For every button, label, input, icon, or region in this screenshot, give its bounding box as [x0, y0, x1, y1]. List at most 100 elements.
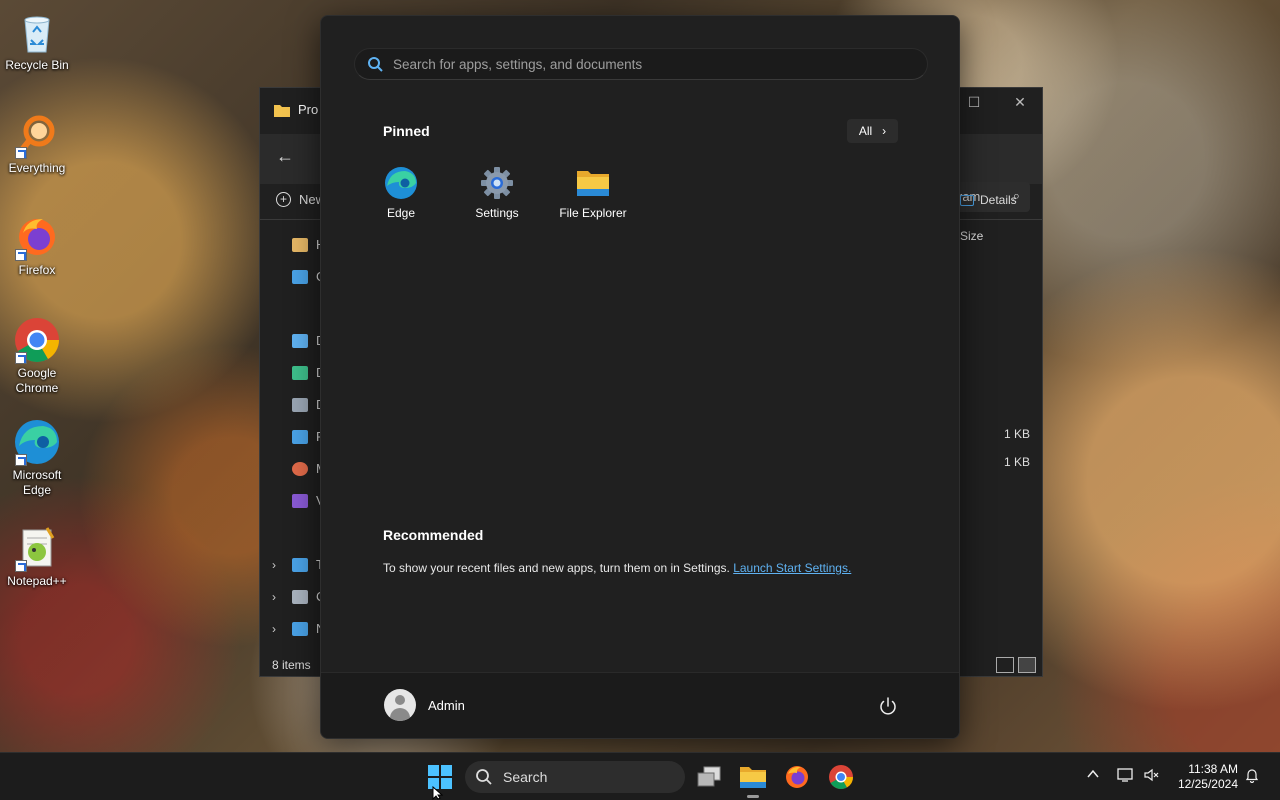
- shortcut-arrow-icon: [15, 147, 27, 159]
- speaker-muted-icon: [1144, 768, 1159, 782]
- network-icon: [292, 621, 308, 636]
- pictures-icon: [292, 429, 308, 444]
- shortcut-arrow-icon: [15, 454, 27, 466]
- document-icon: [292, 397, 308, 412]
- taskbar-clock[interactable]: 11:38 AM 12/25/2024: [1170, 762, 1238, 792]
- user-account-button[interactable]: Admin: [384, 689, 465, 721]
- chevron-up-icon: [1087, 769, 1099, 778]
- desktop-icon-recycle-bin[interactable]: Recycle Bin: [0, 8, 74, 73]
- desktop-icon-label: Firefox: [18, 263, 56, 277]
- folder-icon: [740, 767, 766, 788]
- shortcut-arrow-icon: [15, 560, 27, 572]
- clock-time: 11:38 AM: [1188, 762, 1238, 776]
- everything-icon: [13, 111, 61, 159]
- search-icon: [368, 57, 383, 72]
- task-view-icon: [697, 766, 721, 787]
- firefox-icon: [13, 213, 61, 261]
- maximize-button[interactable]: ☐: [954, 94, 994, 111]
- download-icon: [292, 365, 308, 380]
- explorer-tab-title: Pro: [298, 102, 319, 117]
- thumbnail-view-icon[interactable]: [1018, 657, 1036, 673]
- expand-chevron-icon[interactable]: ›: [272, 590, 276, 604]
- chrome-icon: [13, 316, 61, 364]
- pinned-app-label: Edge: [386, 206, 416, 220]
- settings-gear-icon: [480, 166, 514, 200]
- shortcut-arrow-icon: [15, 352, 27, 364]
- chevron-right-icon: ›: [882, 124, 887, 138]
- file-size: 1 KB: [1004, 427, 1031, 441]
- avatar: [384, 689, 416, 721]
- folder-icon: [274, 104, 290, 117]
- search-icon: [476, 769, 492, 785]
- recommended-message: To show your recent files and new apps, …: [383, 561, 851, 575]
- power-button[interactable]: [877, 695, 899, 717]
- all-apps-button[interactable]: All ›: [847, 119, 898, 143]
- expand-chevron-icon[interactable]: ›: [272, 558, 276, 572]
- pinned-app-label: File Explorer: [559, 206, 627, 220]
- network-icon: [1117, 768, 1133, 782]
- desktop-icon-microsoft-edge[interactable]: Microsoft Edge: [0, 418, 74, 498]
- expand-chevron-icon[interactable]: ›: [272, 622, 276, 636]
- network-status-button[interactable]: [1116, 767, 1134, 786]
- plus-circle-icon: +: [276, 192, 291, 207]
- desktop-icon-google-chrome[interactable]: Google Chrome: [0, 316, 74, 396]
- recommended-section-title: Recommended: [383, 527, 484, 543]
- task-view-button[interactable]: [693, 761, 725, 793]
- desktop-icon-label: Microsoft Edge: [12, 468, 62, 497]
- taskbar-chrome[interactable]: [825, 761, 857, 793]
- taskbar-file-explorer[interactable]: [737, 761, 769, 798]
- desktop-icon: [292, 333, 308, 348]
- back-arrow-icon[interactable]: ←: [276, 146, 294, 167]
- firefox-icon: [786, 766, 808, 788]
- power-icon: [880, 697, 896, 715]
- edge-icon: [13, 418, 61, 466]
- desktop-icon-notepadpp[interactable]: Notepad++: [0, 524, 74, 589]
- running-indicator: [747, 795, 759, 798]
- notifications-button[interactable]: [1244, 767, 1260, 786]
- pinned-app-edge[interactable]: Edge: [353, 166, 449, 220]
- launch-start-settings-link[interactable]: Launch Start Settings.: [733, 561, 851, 575]
- taskbar: Search 11:38 AM 12/25/2024: [0, 752, 1280, 800]
- pinned-app-settings[interactable]: Settings: [449, 166, 545, 220]
- desktop-icon-everything[interactable]: Everything: [0, 111, 74, 176]
- desktop-icon-firefox[interactable]: Firefox: [0, 213, 74, 278]
- close-button[interactable]: ✕: [1000, 94, 1040, 111]
- recommended-text: To show your recent files and new apps, …: [383, 561, 730, 575]
- show-hidden-icons-button[interactable]: [1086, 767, 1100, 784]
- chrome-icon: [829, 765, 853, 790]
- details-label: Details: [980, 193, 1017, 207]
- size-column-header[interactable]: Size: [960, 229, 983, 243]
- status-bar-item-count: 8 items: [272, 658, 311, 672]
- all-apps-label: All: [858, 124, 873, 138]
- recycle-bin-icon: [13, 8, 61, 56]
- notepadpp-icon: [13, 524, 61, 572]
- computer-icon: [292, 557, 308, 572]
- desktop-icon-label: Recycle Bin: [5, 58, 69, 72]
- start-footer: Admin: [321, 672, 959, 738]
- folder-icon: [576, 166, 610, 200]
- list-view-icon[interactable]: [996, 657, 1014, 673]
- user-name: Admin: [428, 697, 465, 713]
- new-button[interactable]: + New: [276, 192, 325, 207]
- edge-icon: [384, 166, 418, 200]
- pinned-app-file-explorer[interactable]: File Explorer: [545, 166, 641, 220]
- taskbar-firefox[interactable]: [781, 761, 813, 793]
- video-icon: [292, 493, 308, 508]
- volume-button[interactable]: [1143, 767, 1159, 786]
- desktop-icon-label: Everything: [8, 161, 66, 175]
- drive-icon: [292, 589, 308, 604]
- details-button[interactable]: Details: [960, 193, 1017, 207]
- details-pane-icon: [960, 194, 974, 206]
- music-icon: [292, 461, 308, 476]
- start-search-input[interactable]: [393, 56, 893, 72]
- explorer-tab[interactable]: Pro: [274, 102, 318, 117]
- taskbar-search-box[interactable]: Search: [465, 761, 685, 793]
- desktop-icon-label: Google Chrome: [15, 366, 59, 395]
- start-search-box[interactable]: [354, 48, 928, 80]
- clock-date: 12/25/2024: [1177, 777, 1238, 791]
- gallery-icon: [292, 269, 308, 284]
- file-size: 1 KB: [1004, 455, 1031, 469]
- start-menu: Pinned All › Edge: [320, 15, 960, 739]
- pinned-app-label: Settings: [475, 206, 519, 220]
- shortcut-arrow-icon: [15, 249, 27, 261]
